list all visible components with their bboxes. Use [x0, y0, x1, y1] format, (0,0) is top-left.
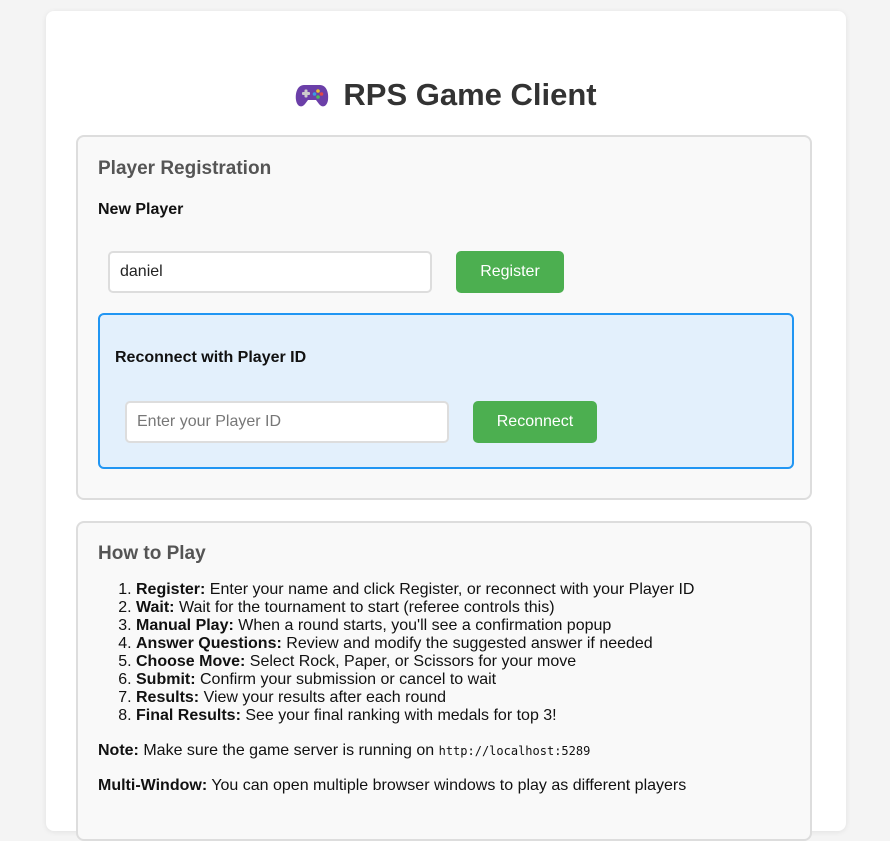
list-item: Choose Move: Select Rock, Paper, or Scis…	[136, 653, 796, 671]
multi-window-note: Multi-Window: You can open multiple brow…	[98, 777, 687, 794]
instructions-list: Register: Enter your name and click Regi…	[118, 581, 796, 725]
list-item: Submit: Confirm your submission or cance…	[136, 671, 796, 689]
server-note: Note: Make sure the game server is runni…	[98, 742, 591, 759]
reconnect-heading: Reconnect with Player ID	[115, 349, 307, 366]
registration-heading: Player Registration	[98, 158, 272, 179]
register-button[interactable]: Register	[456, 251, 564, 293]
list-item: Answer Questions: Review and modify the …	[136, 635, 796, 653]
main-card: RPS Game Client Player Registration New …	[46, 11, 846, 841]
registration-section: Player Registration New Player Register …	[76, 135, 812, 500]
how-to-play-heading: How to Play	[98, 543, 206, 564]
new-player-label: New Player	[98, 201, 184, 218]
list-item: Wait: Wait for the tournament to start (…	[136, 599, 796, 617]
how-to-play-section: How to Play Register: Enter your name an…	[76, 521, 812, 841]
server-url: http://localhost:5289	[438, 744, 591, 758]
player-name-input[interactable]	[108, 251, 432, 293]
list-item: Manual Play: When a round starts, you'll…	[136, 617, 796, 635]
gamepad-icon	[295, 82, 329, 108]
list-item: Results: View your results after each ro…	[136, 689, 796, 707]
list-item: Register: Enter your name and click Regi…	[136, 581, 796, 599]
page-title: RPS Game Client	[46, 77, 846, 113]
list-item: Final Results: See your final ranking wi…	[136, 707, 796, 725]
reconnect-panel: Reconnect with Player ID Reconnect	[98, 313, 794, 469]
page-title-text: RPS Game Client	[343, 77, 597, 112]
reconnect-button[interactable]: Reconnect	[473, 401, 597, 443]
player-id-input[interactable]	[125, 401, 449, 443]
